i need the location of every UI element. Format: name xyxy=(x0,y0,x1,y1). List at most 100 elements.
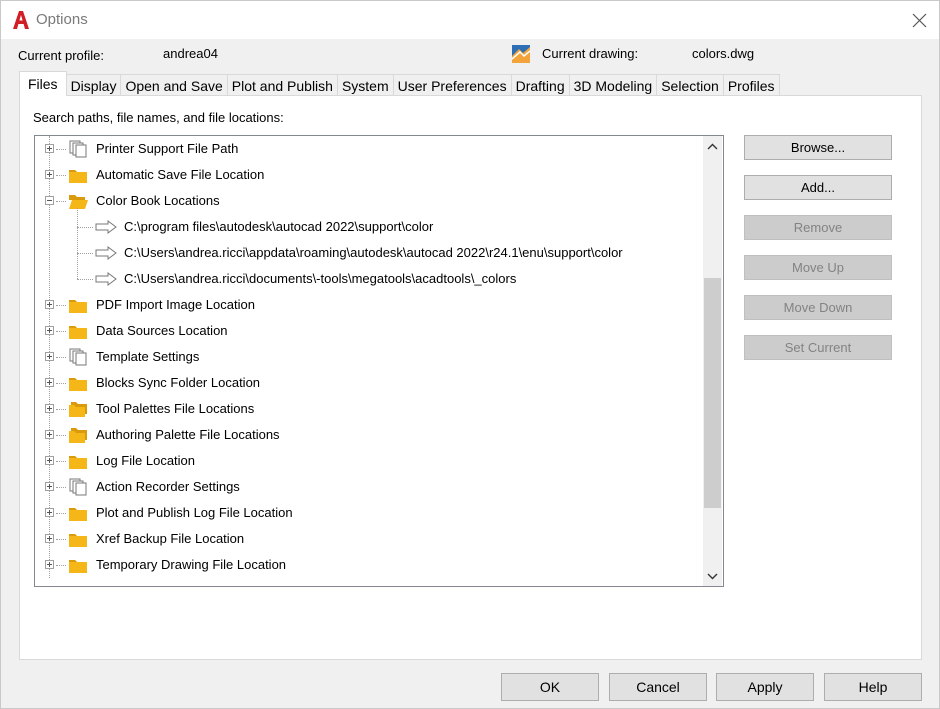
file-locations-tree[interactable]: Printer Support File Path Automatic Save … xyxy=(34,135,724,587)
tree-node[interactable]: Printer Support File Path xyxy=(35,136,703,162)
tree-node[interactable]: Authoring Palette File Locations xyxy=(35,422,703,448)
expand-icon[interactable] xyxy=(45,352,54,361)
files-tab-panel: Search paths, file names, and file locat… xyxy=(19,95,922,660)
tab-drafting[interactable]: Drafting xyxy=(510,74,570,96)
tree-connector xyxy=(56,513,66,514)
current-drawing-label: Current drawing: xyxy=(542,46,639,61)
path-arrow-icon xyxy=(95,220,117,234)
tree-connector xyxy=(77,279,93,280)
ok-button[interactable]: OK xyxy=(501,673,599,701)
tab-system[interactable]: System xyxy=(336,74,394,96)
path-entry-label: C:\program files\autodesk\autocad 2022\s… xyxy=(124,219,434,234)
scroll-down-button[interactable] xyxy=(703,566,722,586)
tree-path-entry[interactable]: C:\Users\andrea.ricci\documents\-tools\m… xyxy=(35,266,703,292)
folder-icon xyxy=(68,504,88,522)
tree-connector xyxy=(56,539,66,540)
search-paths-caption: Search paths, file names, and file locat… xyxy=(33,110,284,125)
tree-node[interactable]: Automatic Save File Location xyxy=(35,162,703,188)
tab-3d-modeling[interactable]: 3D Modeling xyxy=(568,74,658,96)
cancel-button[interactable]: Cancel xyxy=(609,673,707,701)
expand-icon[interactable] xyxy=(45,534,54,543)
expand-icon[interactable] xyxy=(45,508,54,517)
browse-button[interactable]: Browse... xyxy=(744,135,892,160)
options-dialog: Options Current profile: andrea04 Curren… xyxy=(0,0,940,709)
close-icon xyxy=(912,13,926,27)
drawing-file-icon xyxy=(511,45,531,63)
tree-node-label: Plot and Publish Log File Location xyxy=(96,505,293,520)
remove-button[interactable]: Remove xyxy=(744,215,892,240)
move-up-button[interactable]: Move Up xyxy=(744,255,892,280)
tree-node[interactable]: Color Book Locations xyxy=(35,188,703,214)
tree-node-label: Template Settings xyxy=(96,349,200,364)
folder-icon xyxy=(68,322,88,340)
tree-connector xyxy=(56,487,66,488)
current-drawing-value: colors.dwg xyxy=(692,46,755,61)
tree-node[interactable]: Action Recorder Settings xyxy=(35,474,703,500)
tree-connector xyxy=(56,331,66,332)
tab-profiles[interactable]: Profiles xyxy=(722,74,780,96)
tree-connector xyxy=(56,357,66,358)
expand-icon[interactable] xyxy=(45,326,54,335)
path-entry-label: C:\Users\andrea.ricci\appdata\roaming\au… xyxy=(124,245,623,260)
expand-icon[interactable] xyxy=(45,378,54,387)
tab-user-preferences[interactable]: User Preferences xyxy=(392,74,512,96)
folder-icon xyxy=(68,452,88,470)
tab-open-and-save[interactable]: Open and Save xyxy=(120,74,228,96)
expand-icon[interactable] xyxy=(45,482,54,491)
tab-selection[interactable]: Selection xyxy=(656,74,724,96)
expand-icon[interactable] xyxy=(45,560,54,569)
folder-icon xyxy=(68,530,88,548)
autocad-app-icon xyxy=(13,11,29,29)
add-button[interactable]: Add... xyxy=(744,175,892,200)
expand-icon[interactable] xyxy=(45,430,54,439)
tree-node-partial xyxy=(35,578,703,586)
tree-node-label: Color Book Locations xyxy=(96,193,220,208)
tab-bar: Files Display Open and Save Plot and Pub… xyxy=(19,71,780,96)
tree-node-label: Blocks Sync Folder Location xyxy=(96,375,261,390)
folder-icon xyxy=(68,296,88,314)
folder-icon xyxy=(68,556,88,574)
tree-rows: Printer Support File Path Automatic Save … xyxy=(35,136,703,586)
help-button[interactable]: Help xyxy=(824,673,922,701)
collapse-icon[interactable] xyxy=(45,196,54,205)
move-down-button[interactable]: Move Down xyxy=(744,295,892,320)
tree-node-label: Temporary Drawing File Location xyxy=(96,557,287,572)
expand-icon[interactable] xyxy=(45,300,54,309)
tab-plot-and-publish[interactable]: Plot and Publish xyxy=(226,74,338,96)
tree-node[interactable]: Log File Location xyxy=(35,448,703,474)
tree-node[interactable]: Plot and Publish Log File Location xyxy=(35,500,703,526)
tree-node[interactable]: Tool Palettes File Locations xyxy=(35,396,703,422)
scroll-up-button[interactable] xyxy=(703,136,722,156)
tree-path-entry[interactable]: C:\Users\andrea.ricci\appdata\roaming\au… xyxy=(35,240,703,266)
tree-connector xyxy=(77,253,93,254)
close-button[interactable] xyxy=(899,1,939,39)
tree-path-entry[interactable]: C:\program files\autodesk\autocad 2022\s… xyxy=(35,214,703,240)
set-current-button[interactable]: Set Current xyxy=(744,335,892,360)
tree-node[interactable]: Data Sources Location xyxy=(35,318,703,344)
tree-connector xyxy=(56,175,66,176)
expand-icon[interactable] xyxy=(45,456,54,465)
tree-node[interactable]: Temporary Drawing File Location xyxy=(35,552,703,578)
scroll-thumb[interactable] xyxy=(704,278,721,508)
tab-files[interactable]: Files xyxy=(19,71,67,96)
file-stack-icon xyxy=(68,140,88,158)
tree-node[interactable]: Xref Backup File Location xyxy=(35,526,703,552)
folder-icon xyxy=(68,166,88,184)
folder-open-icon xyxy=(68,192,88,210)
tree-node[interactable]: Blocks Sync Folder Location xyxy=(35,370,703,396)
tab-display[interactable]: Display xyxy=(65,74,122,96)
expand-icon[interactable] xyxy=(45,170,54,179)
tree-connector xyxy=(56,383,66,384)
tree-node[interactable]: PDF Import Image Location xyxy=(35,292,703,318)
expand-icon[interactable] xyxy=(45,144,54,153)
path-arrow-icon xyxy=(95,272,117,286)
apply-button[interactable]: Apply xyxy=(716,673,814,701)
expand-icon[interactable] xyxy=(45,404,54,413)
tree-connector xyxy=(56,201,66,202)
file-stack-icon xyxy=(68,478,88,496)
folder-multi-icon xyxy=(68,400,88,418)
tree-node[interactable]: Template Settings xyxy=(35,344,703,370)
file-stack-icon xyxy=(68,348,88,366)
tree-scrollbar[interactable] xyxy=(703,136,722,586)
tree-node-label: Log File Location xyxy=(96,453,196,468)
